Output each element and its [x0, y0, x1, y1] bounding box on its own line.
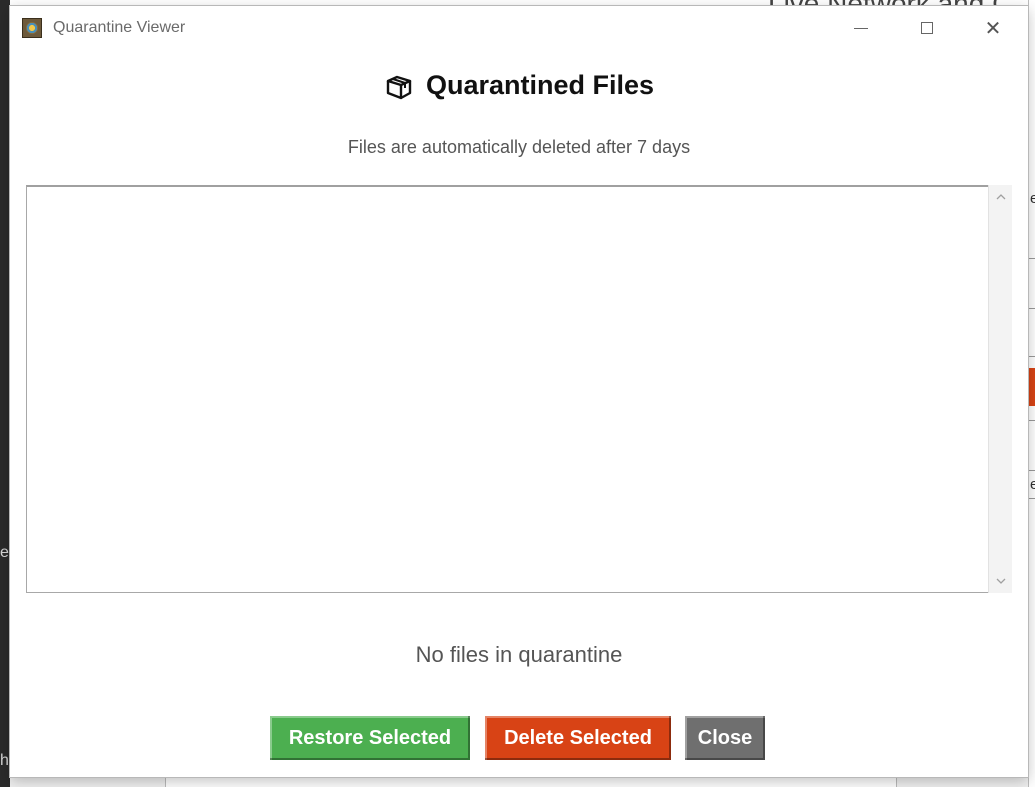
- quarantine-viewer-window: Quarantine Viewer ✕ Quarantined Files Fi…: [10, 6, 1028, 777]
- background-text-fragment: el: [1030, 476, 1035, 493]
- scroll-up-button[interactable]: [989, 187, 1012, 207]
- background-divider: [1029, 420, 1035, 421]
- app-icon: [22, 18, 42, 38]
- close-button[interactable]: Close: [685, 716, 765, 760]
- title-bar[interactable]: Quarantine Viewer ✕: [10, 6, 1028, 50]
- background-text-fragment: e: [1030, 190, 1035, 207]
- minimize-button[interactable]: [838, 6, 884, 50]
- page-subtitle: Files are automatically deleted after 7 …: [347, 137, 691, 157]
- background-divider: [1029, 258, 1035, 259]
- delete-selected-button[interactable]: Delete Selected: [485, 716, 671, 760]
- file-list-scrollbar[interactable]: [988, 185, 1012, 593]
- background-divider: [1029, 356, 1035, 357]
- minimize-icon: [854, 27, 868, 29]
- package-icon: [386, 75, 412, 100]
- chevron-down-icon: [996, 578, 1005, 584]
- empty-state-message: No files in quarantine: [415, 642, 623, 667]
- maximize-icon: [921, 22, 933, 34]
- background-divider: [1029, 308, 1035, 309]
- background-divider: [1029, 498, 1035, 499]
- background-accent: [1029, 118, 1035, 140]
- maximize-button[interactable]: [904, 6, 950, 50]
- background-window-bottom: [10, 777, 1028, 787]
- page-title: Quarantined Files: [10, 68, 1028, 102]
- window-title: Quarantine Viewer: [53, 19, 186, 36]
- window-close-button[interactable]: ✕: [970, 6, 1016, 50]
- background-window-left: es h: [0, 0, 17, 787]
- close-icon: ✕: [984, 17, 1002, 40]
- quarantine-file-list[interactable]: [26, 185, 1012, 593]
- background-window-right: e el: [1028, 0, 1035, 787]
- background-divider: [1029, 470, 1035, 471]
- page-title-text: Quarantined Files: [425, 69, 655, 100]
- background-panel: [165, 778, 897, 787]
- background-text-fragment: h: [0, 752, 9, 769]
- background-button: [1029, 368, 1035, 406]
- chevron-up-icon: [996, 194, 1005, 200]
- restore-selected-button[interactable]: Restore Selected: [270, 716, 470, 760]
- scroll-down-button[interactable]: [989, 571, 1012, 591]
